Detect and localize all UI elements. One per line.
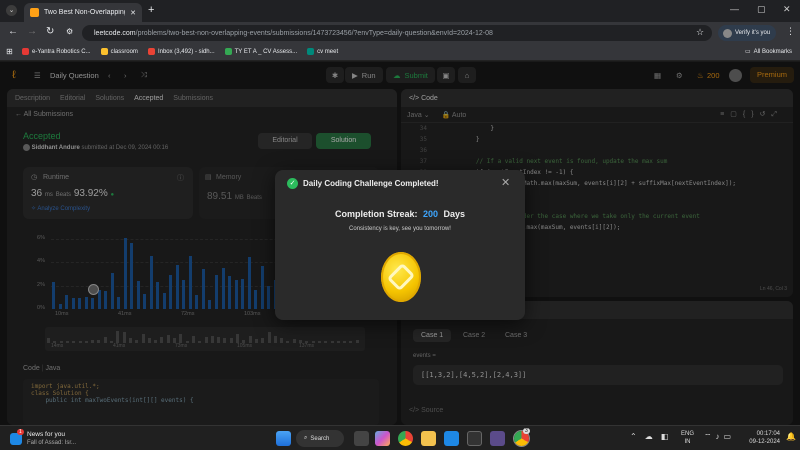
system-tray[interactable]: ⌃☁◧ (630, 432, 676, 441)
url-bar[interactable]: leetcode.com/problems/two-best-non-overl… (82, 25, 712, 41)
browser-tab[interactable]: Two Best Non-Overlapping Eve ✕ (24, 3, 142, 22)
bookmark-icon (307, 48, 315, 55)
file-explorer-icon[interactable] (421, 431, 436, 446)
leetcode-favicon-icon (30, 8, 39, 17)
search-label: Search (310, 435, 330, 442)
network-volume-battery[interactable]: ⌔♪▭ (704, 432, 735, 442)
news-title: News for you (27, 431, 65, 438)
profile-label: Verify it's you (735, 30, 771, 36)
maximize-icon[interactable]: ▢ (757, 4, 766, 15)
streak-value: 200 (422, 209, 439, 219)
modal-message: Consistency is key, see you tomorrow! (349, 226, 451, 232)
bookmark-label: cv meet (317, 48, 339, 55)
taskbar-search[interactable]: ⌕ Search (296, 430, 344, 447)
back-icon[interactable]: ← (8, 26, 18, 37)
site-info-icon[interactable]: ⚙ (66, 27, 73, 36)
bookmark-icon (224, 48, 232, 55)
news-badge: 1 (17, 429, 24, 435)
bookmark-icon (100, 48, 108, 55)
app-icon-1[interactable] (467, 431, 482, 446)
clock-date: 09-12-2024 (749, 439, 780, 445)
streak-label: Completion Streak: (334, 209, 418, 219)
bookmark-star-icon[interactable]: ☆ (696, 27, 704, 38)
modal-close-icon[interactable]: ✕ (501, 176, 510, 189)
bookmark-label: classroom (110, 48, 138, 55)
news-widget[interactable]: 1 News for you Fall of Assad: Isr... (8, 429, 98, 449)
bookmark-label: Inbox (3,492) - sidh... (157, 48, 215, 55)
notification-icon[interactable]: 🔔 (786, 432, 796, 441)
folder-icon: ▭ (744, 49, 751, 55)
bookmark-item[interactable]: TY ET A _ CV Assess... (224, 48, 298, 55)
task-view-icon[interactable] (354, 431, 369, 446)
forward-icon[interactable]: → (27, 26, 37, 37)
lang-label: ENG (681, 431, 695, 437)
avatar (723, 28, 732, 38)
bookmarks-bar: ⊞ e-Yantra Robotics C... classroom Inbox… (0, 43, 800, 61)
bookmark-item[interactable]: cv meet (307, 48, 338, 55)
copilot-icon[interactable] (375, 431, 390, 446)
bookmark-label: e-Yantra Robotics C... (32, 48, 91, 55)
new-tab-icon[interactable]: + (148, 4, 154, 16)
close-window-icon[interactable]: ✕ (783, 4, 791, 15)
bookmark-icon (22, 48, 29, 55)
news-subtitle: Fall of Assad: Isr... (27, 440, 77, 446)
streak-unit: Days (443, 209, 466, 219)
reload-icon[interactable]: ↻ (46, 26, 54, 37)
vscode-icon[interactable] (444, 431, 459, 446)
close-tab-icon[interactable]: ✕ (130, 9, 136, 17)
tab-list-icon[interactable]: ⌄ (6, 5, 17, 16)
bookmark-item[interactable]: classroom (100, 48, 138, 55)
challenge-complete-modal: ✓ Daily Coding Challenge Completed! ✕ Co… (275, 170, 525, 320)
language-indicator[interactable]: ENG IN (681, 430, 694, 446)
windows-start-icon[interactable] (276, 431, 291, 446)
modal-title: Daily Coding Challenge Completed! (303, 179, 439, 188)
check-circle-icon: ✓ (287, 178, 298, 189)
browser-tab-strip: ⌄ Two Best Non-Overlapping Eve ✕ + — ▢ ✕ (0, 0, 800, 22)
bookmark-label: TY ET A _ CV Assess... (234, 48, 298, 55)
minimize-icon[interactable]: — (730, 4, 739, 14)
url-host: leetcode.com (94, 29, 136, 37)
chrome-icon[interactable] (398, 431, 413, 446)
windows-taskbar: 1 News for you Fall of Assad: Isr... ⌕ Se… (0, 425, 800, 450)
url-path: /problems/two-best-non-overlapping-event… (135, 29, 493, 37)
bookmark-item[interactable]: Inbox (3,492) - sidh... (147, 48, 215, 55)
menu-icon[interactable]: ⋮ (786, 26, 795, 37)
all-bookmarks-label: All Bookmarks (753, 48, 792, 55)
leetcode-coin-icon (381, 252, 421, 302)
all-bookmarks[interactable]: ▭ All Bookmarks (744, 48, 792, 56)
region-label: IN (684, 439, 691, 445)
apps-icon[interactable]: ⊞ (6, 47, 13, 56)
bookmark-item[interactable]: e-Yantra Robotics C... (22, 48, 91, 55)
search-icon: ⌕ (304, 435, 308, 441)
streak-line: Completion Streak: 200 Days (275, 209, 525, 219)
clock[interactable]: 00:17:04 09-12-2024 (742, 430, 780, 446)
chrome-badge: 3 (523, 428, 530, 434)
bookmark-icon (147, 48, 155, 55)
tab-title: Two Best Non-Overlapping Eve (44, 9, 126, 16)
profile-button[interactable]: Verify it's you (718, 25, 776, 41)
app-icon-2[interactable] (490, 431, 505, 446)
clock-time: 00:17:04 (756, 431, 780, 437)
